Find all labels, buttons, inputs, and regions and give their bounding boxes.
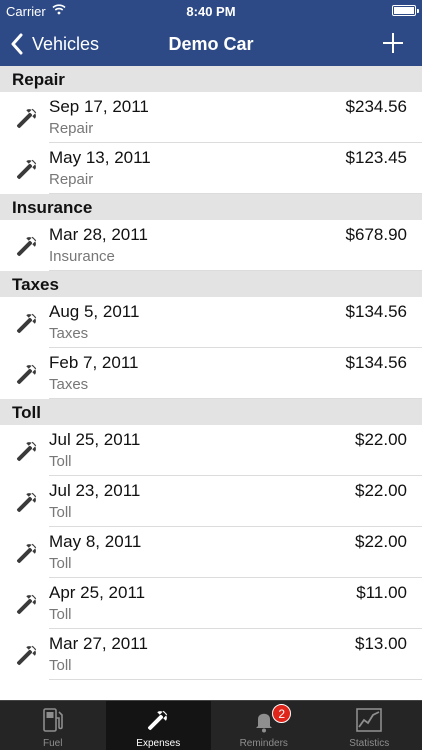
expense-date: Feb 7, 2011 xyxy=(49,353,139,372)
expense-category: Toll xyxy=(49,504,72,521)
row-divider xyxy=(49,398,422,399)
expense-date: Apr 25, 2011 xyxy=(49,583,146,602)
expense-amount: $134.56 xyxy=(345,353,407,372)
expense-row[interactable]: Apr 25, 2011 Toll $11.00 xyxy=(0,578,422,629)
expense-category: Toll xyxy=(49,657,72,674)
expense-row[interactable]: Jul 25, 2011 Toll $22.00 xyxy=(0,425,422,476)
expense-row[interactable]: Jul 23, 2011 Toll $22.00 xyxy=(0,476,422,527)
expense-category: Repair xyxy=(49,171,94,188)
tab-fuel[interactable]: Fuel xyxy=(0,701,106,750)
back-button[interactable]: Vehicles xyxy=(10,30,99,58)
fuel-pump-icon xyxy=(42,708,63,732)
section-header: Taxes xyxy=(0,271,422,297)
tab-bar: Fuel Expenses 2 Reminders Statistics xyxy=(0,700,422,750)
expense-category: Repair xyxy=(49,120,94,137)
wrench-icon xyxy=(17,543,37,563)
expense-row[interactable]: Mar 27, 2011 Toll $13.00 xyxy=(0,629,422,680)
expense-category: Taxes xyxy=(49,325,89,342)
expense-row[interactable]: May 13, 2011 Repair $123.45 xyxy=(0,143,422,194)
expense-amount: $13.00 xyxy=(355,634,407,653)
tab-statistics[interactable]: Statistics xyxy=(317,701,422,750)
expense-amount: $123.45 xyxy=(345,148,407,167)
expense-amount: $22.00 xyxy=(355,481,407,500)
expense-date: May 13, 2011 xyxy=(49,148,151,167)
row-divider xyxy=(49,270,422,271)
expense-date: Jul 25, 2011 xyxy=(49,430,141,449)
wrench-icon xyxy=(17,645,37,665)
wrench-icon xyxy=(17,108,37,128)
top-bar: Carrier 8:40 PM Vehicles Demo Car xyxy=(0,0,422,66)
reminders-badge: 2 xyxy=(272,704,292,723)
expense-amount: $22.00 xyxy=(355,430,407,449)
expense-category: Toll xyxy=(49,555,72,572)
expense-date: Sep 17, 2011 xyxy=(49,97,149,116)
status-bar: Carrier 8:40 PM xyxy=(0,0,422,22)
expense-amount: $234.56 xyxy=(345,97,407,116)
status-time: 8:40 PM xyxy=(186,4,236,19)
chevron-left-icon xyxy=(11,33,23,55)
row-divider xyxy=(49,193,422,194)
expense-date: Mar 28, 2011 xyxy=(49,225,148,244)
tab-expenses[interactable]: Expenses xyxy=(105,701,211,750)
battery-icon xyxy=(392,5,419,16)
wrench-icon xyxy=(17,313,37,333)
wrench-icon xyxy=(17,159,37,179)
expense-date: Mar 27, 2011 xyxy=(49,634,148,653)
expense-date: Jul 23, 2011 xyxy=(49,481,141,500)
tab-reminders[interactable]: 2 Reminders xyxy=(211,701,317,750)
wrench-icon xyxy=(17,492,37,512)
wrench-icon xyxy=(17,364,37,384)
expense-row[interactable]: Aug 5, 2011 Taxes $134.56 xyxy=(0,297,422,348)
tab-statistics-label: Statistics xyxy=(349,738,390,749)
expense-date: Aug 5, 2011 xyxy=(49,302,140,321)
expense-category: Taxes xyxy=(49,376,89,393)
expense-row[interactable]: Mar 28, 2011 Insurance $678.90 xyxy=(0,220,422,271)
navigation-bar: Vehicles Demo Car xyxy=(0,22,422,66)
wrench-icon xyxy=(17,236,37,256)
wrench-icon xyxy=(148,710,168,730)
wrench-icon xyxy=(17,594,37,614)
expense-amount: $678.90 xyxy=(345,225,407,244)
plus-icon[interactable] xyxy=(382,32,404,54)
wrench-icon xyxy=(17,441,37,461)
expense-category: Insurance xyxy=(49,248,115,265)
expense-amount: $134.56 xyxy=(345,302,407,321)
back-button-label: Vehicles xyxy=(32,33,100,54)
expense-amount: $11.00 xyxy=(356,583,407,602)
section-header: Toll xyxy=(0,399,422,425)
expense-row[interactable]: May 8, 2011 Toll $22.00 xyxy=(0,527,422,578)
expense-row[interactable]: Feb 7, 2011 Taxes $134.56 xyxy=(0,348,422,399)
expense-row[interactable]: Sep 17, 2011 Repair $234.56 xyxy=(0,92,422,143)
expenses-list[interactable]: Repair Sep 17, 2011 Repair $234.56 May 13,… xyxy=(0,66,422,700)
row-divider xyxy=(49,679,422,680)
tab-expenses-label: Expenses xyxy=(136,738,181,749)
expense-category: Toll xyxy=(49,453,72,470)
tab-fuel-label: Fuel xyxy=(43,738,63,749)
expense-category: Toll xyxy=(49,606,72,623)
expense-amount: $22.00 xyxy=(355,532,407,551)
chart-icon xyxy=(356,708,383,732)
expense-date: May 8, 2011 xyxy=(49,532,142,551)
section-header: Insurance xyxy=(0,194,422,220)
tab-reminders-label: Reminders xyxy=(239,738,288,749)
section-header: Repair xyxy=(0,66,422,92)
